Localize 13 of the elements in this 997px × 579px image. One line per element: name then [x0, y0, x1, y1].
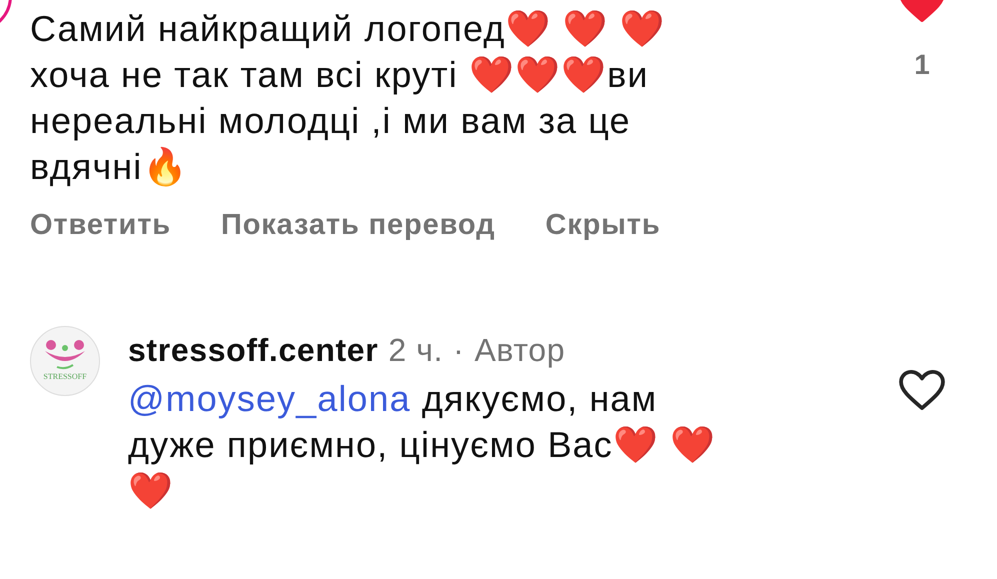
username[interactable]: stressoff.center [128, 326, 378, 374]
comment-action[interactable]: Скрыть [545, 204, 661, 248]
separator: · [453, 330, 464, 370]
comment-action[interactable]: Ответить [30, 204, 171, 248]
reply-text: @moysey_alona дякуємо, нам дуже приємно, цінуємо Вас❤ ❤ ❤ [128, 376, 718, 512]
comment-time: 2 ч. [388, 330, 444, 370]
heart-icon[interactable] [899, 370, 945, 410]
comment-action[interactable]: Показать перевод [220, 204, 496, 248]
logo-text: STRESSOFF [43, 370, 87, 382]
author-label: Автор [474, 330, 566, 370]
like-count: 1 [914, 48, 930, 82]
avatar[interactable]: STRESSOFF [30, 326, 100, 396]
comment-text: Самий найкращий логопед❤ ❤ ❤ хоча не так там всі круті ❤❤❤ви нереальні молодці ,і ми вам за це вдячні🔥 [30, 7, 667, 189]
